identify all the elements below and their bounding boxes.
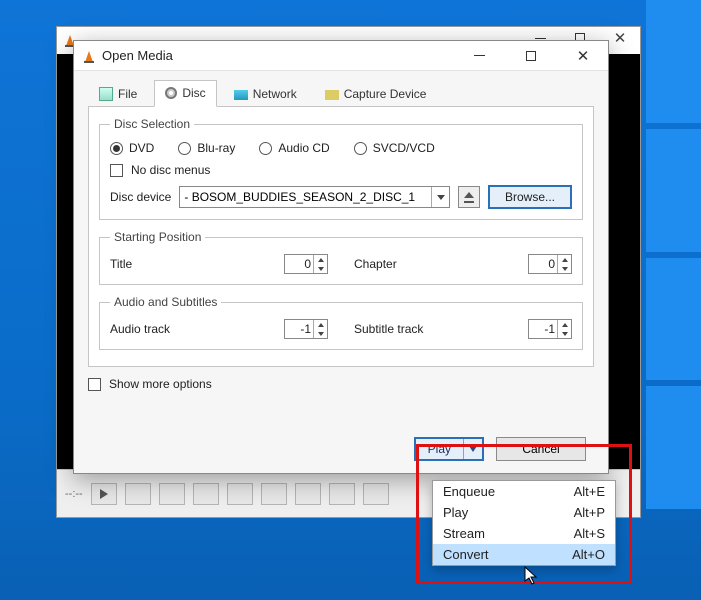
dialog-minimize-button[interactable] xyxy=(462,44,496,68)
playlist-button[interactable] xyxy=(295,483,321,505)
title-spinner[interactable]: 0 xyxy=(284,254,328,274)
menu-item-shortcut: Alt+E xyxy=(574,484,605,499)
menu-item-label: Play xyxy=(443,505,468,520)
audio-subtitles-group: Audio and Subtitles Audio track -1 Subti… xyxy=(99,295,583,350)
tab-network[interactable]: Network xyxy=(223,81,308,107)
menu-item-stream[interactable]: Stream Alt+S xyxy=(433,523,615,544)
starting-position-legend: Starting Position xyxy=(110,230,205,244)
elapsed-time: --:-- xyxy=(65,488,83,500)
eject-button[interactable] xyxy=(458,186,480,208)
play-dropdown-menu: Enqueue Alt+E Play Alt+P Stream Alt+S Co… xyxy=(432,480,616,566)
checkbox-show-more-options[interactable] xyxy=(88,378,101,391)
tab-disc[interactable]: Disc xyxy=(154,80,216,107)
disc-device-value: - BOSOM_BUDDIES_SEASON_2_DISC_1 xyxy=(184,190,415,204)
radio-svcd-label: SVCD/VCD xyxy=(373,141,435,155)
menu-item-shortcut: Alt+O xyxy=(572,547,605,562)
chevron-down-icon xyxy=(431,187,449,207)
menu-item-shortcut: Alt+P xyxy=(574,505,605,520)
disc-panel: Disc Selection DVD Blu-ray Audio CD SVCD… xyxy=(88,107,594,367)
radio-icon xyxy=(259,142,272,155)
radio-bluray[interactable]: Blu-ray xyxy=(178,141,235,155)
radio-audiocd-label: Audio CD xyxy=(278,141,329,155)
radio-icon xyxy=(354,142,367,155)
capture-device-icon xyxy=(325,90,339,100)
tab-row: File Disc Network Capture Device xyxy=(74,71,608,106)
starting-position-group: Starting Position Title 0 Chapter 0 xyxy=(99,230,583,285)
stop-button[interactable] xyxy=(159,483,185,505)
radio-dvd[interactable]: DVD xyxy=(110,141,154,155)
file-icon xyxy=(99,87,113,101)
menu-item-label: Stream xyxy=(443,526,485,541)
menu-item-play[interactable]: Play Alt+P xyxy=(433,502,615,523)
vlc-cone-icon xyxy=(82,49,96,63)
subtitle-track-label: Subtitle track xyxy=(354,322,474,336)
chevron-down-icon[interactable] xyxy=(464,439,482,459)
tab-file-label: File xyxy=(118,87,137,101)
audio-track-spinner[interactable]: -1 xyxy=(284,319,328,339)
play-button[interactable] xyxy=(91,483,117,505)
tab-network-label: Network xyxy=(253,87,297,101)
ext-settings-button[interactable] xyxy=(261,483,287,505)
dialog-close-button[interactable]: ✕ xyxy=(566,44,600,68)
radio-svcd-vcd[interactable]: SVCD/VCD xyxy=(354,141,435,155)
chapter-label: Chapter xyxy=(354,257,474,271)
menu-item-convert[interactable]: Convert Alt+O xyxy=(433,544,615,565)
tab-capture-label: Capture Device xyxy=(344,87,427,101)
radio-dvd-label: DVD xyxy=(129,141,154,155)
tab-disc-label: Disc xyxy=(182,86,205,100)
show-more-options-label: Show more options xyxy=(109,377,212,391)
shuffle-button[interactable] xyxy=(363,483,389,505)
disc-device-combo[interactable]: - BOSOM_BUDDIES_SEASON_2_DISC_1 xyxy=(179,186,450,208)
play-split-button[interactable]: Play xyxy=(414,437,484,461)
disc-icon xyxy=(165,87,177,99)
radio-icon xyxy=(178,142,191,155)
dialog-maximize-button[interactable] xyxy=(514,44,548,68)
radio-audio-cd[interactable]: Audio CD xyxy=(259,141,329,155)
radio-bluray-label: Blu-ray xyxy=(197,141,235,155)
chapter-spinner[interactable]: 0 xyxy=(528,254,572,274)
dialog-title: Open Media xyxy=(102,48,173,63)
disc-device-label: Disc device xyxy=(110,190,171,204)
play-button-label: Play xyxy=(416,439,464,459)
audio-subtitles-legend: Audio and Subtitles xyxy=(110,295,221,309)
menu-item-label: Convert xyxy=(443,547,489,562)
play-icon xyxy=(100,489,108,499)
cancel-button[interactable]: Cancel xyxy=(496,437,586,461)
menu-item-shortcut: Alt+S xyxy=(574,526,605,541)
prev-button[interactable] xyxy=(125,483,151,505)
next-button[interactable] xyxy=(193,483,219,505)
fullscreen-button[interactable] xyxy=(227,483,253,505)
dialog-titlebar: Open Media ✕ xyxy=(74,41,608,71)
browse-button[interactable]: Browse... xyxy=(488,185,572,209)
checkbox-no-disc-menus[interactable] xyxy=(110,164,123,177)
title-label: Title xyxy=(110,257,230,271)
desktop-light-blocks xyxy=(646,0,701,515)
audio-track-label: Audio track xyxy=(110,322,230,336)
network-icon xyxy=(234,90,248,100)
loop-button[interactable] xyxy=(329,483,355,505)
open-media-dialog: Open Media ✕ File Disc Network Capture D… xyxy=(73,40,609,474)
radio-icon xyxy=(110,142,123,155)
menu-item-enqueue[interactable]: Enqueue Alt+E xyxy=(433,481,615,502)
disc-selection-legend: Disc Selection xyxy=(110,117,194,131)
menu-item-label: Enqueue xyxy=(443,484,495,499)
no-disc-menus-label: No disc menus xyxy=(131,163,210,177)
disc-selection-group: Disc Selection DVD Blu-ray Audio CD SVCD… xyxy=(99,117,583,220)
subtitle-track-spinner[interactable]: -1 xyxy=(528,319,572,339)
tab-capture-device[interactable]: Capture Device xyxy=(314,81,438,107)
tab-file[interactable]: File xyxy=(88,81,148,107)
